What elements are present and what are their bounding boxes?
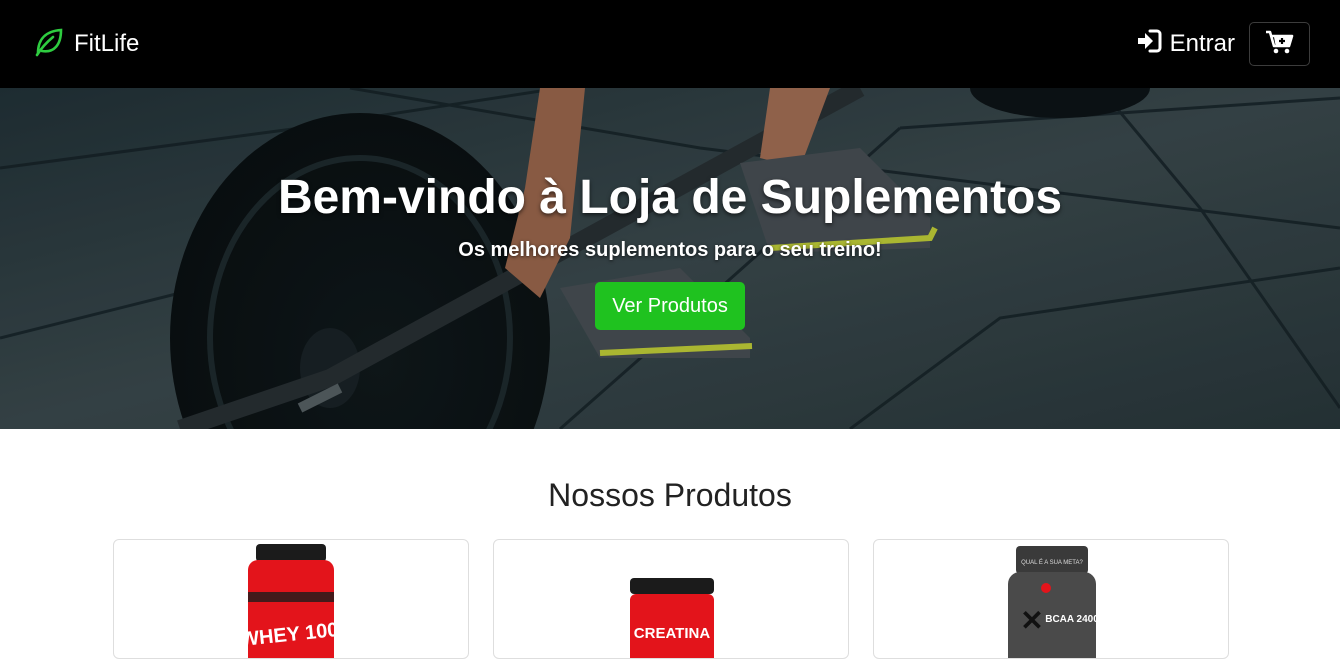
brand-link[interactable]: FitLife — [34, 27, 139, 62]
login-link[interactable]: Entrar — [1136, 29, 1235, 60]
sign-in-icon — [1136, 29, 1162, 60]
product-image-whey: WHEY 100 — [239, 544, 340, 658]
nav-actions: Entrar — [1136, 22, 1310, 66]
leaf-icon — [34, 27, 64, 62]
login-label: Entrar — [1169, 30, 1235, 57]
products-section-title: Nossos Produtos — [548, 477, 792, 513]
product-card[interactable]: QUAL É A SUA META? ✕ BCAA 2400 — [873, 539, 1229, 659]
product-tagline-bcaa: QUAL É A SUA META? — [1021, 559, 1083, 566]
product-image-creatina: CREATINA — [630, 578, 714, 658]
cart-plus-icon — [1265, 29, 1295, 60]
view-products-button[interactable]: Ver Produtos — [595, 282, 745, 330]
hero-banner: Bem-vindo à Loja de Suplementos Os melho… — [0, 88, 1340, 429]
product-card[interactable]: WHEY 100 — [113, 539, 469, 659]
hero-subtitle: Os melhores suplementos para o seu trein… — [458, 239, 882, 261]
navbar: FitLife Entrar — [0, 0, 1340, 88]
product-card[interactable]: CREATINA — [493, 539, 849, 659]
product-image-bcaa: QUAL É A SUA META? ✕ BCAA 2400 — [1008, 546, 1099, 658]
hero-content: Bem-vindo à Loja de Suplementos Os melho… — [0, 88, 1340, 429]
cart-button[interactable] — [1249, 22, 1310, 66]
product-label-bcaa: BCAA 2400 — [1045, 614, 1099, 625]
hero-title: Bem-vindo à Loja de Suplementos — [277, 171, 1063, 224]
product-label-creatina: CREATINA — [634, 625, 711, 642]
brand-name: FitLife — [74, 30, 140, 57]
svg-text:✕: ✕ — [1020, 605, 1043, 636]
